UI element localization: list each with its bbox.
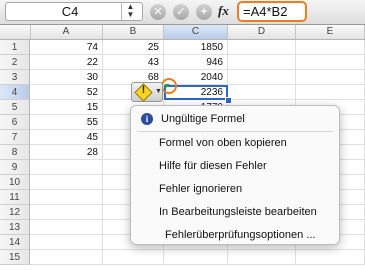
name-box-dropdown[interactable]: ▲ ▼ bbox=[121, 3, 139, 20]
row-header[interactable]: 10 bbox=[0, 175, 30, 190]
grid-cell[interactable] bbox=[30, 250, 103, 265]
exclamation-icon: ! bbox=[141, 84, 146, 96]
column-header-b[interactable]: B bbox=[103, 25, 164, 39]
grid-cell[interactable]: 946 bbox=[164, 55, 228, 70]
row-header[interactable]: 4 bbox=[0, 85, 30, 100]
grid-cell[interactable] bbox=[228, 40, 296, 55]
grid-cell[interactable]: 52 bbox=[30, 85, 103, 100]
error-highlight-circle bbox=[161, 78, 177, 94]
row-header[interactable]: 7 bbox=[0, 130, 30, 145]
column-header-d[interactable]: D bbox=[228, 25, 296, 39]
x-circle-icon[interactable]: ✕ bbox=[150, 4, 166, 20]
grid-cell[interactable]: 30 bbox=[30, 70, 103, 85]
grid-cell[interactable] bbox=[228, 85, 296, 100]
chevron-down-icon: ▼ bbox=[155, 88, 162, 95]
info-icon: i bbox=[141, 113, 153, 125]
grid-cell[interactable]: 74 bbox=[30, 40, 103, 55]
row-header[interactable]: 5 bbox=[0, 100, 30, 115]
row-header[interactable]: 14 bbox=[0, 235, 30, 250]
column-header-bar: A B C D E bbox=[0, 25, 365, 40]
column-header-a[interactable]: A bbox=[30, 25, 103, 39]
plus-circle-icon[interactable]: + bbox=[196, 4, 212, 20]
grid-cell[interactable]: 55 bbox=[30, 115, 103, 130]
grid-cell[interactable] bbox=[30, 190, 103, 205]
menu-item-help-on-error[interactable]: Hilfe für diesen Fehler bbox=[131, 155, 339, 178]
row-header[interactable]: 15 bbox=[0, 250, 30, 265]
grid-cell[interactable] bbox=[296, 40, 365, 55]
error-options-button[interactable]: ! ▼ bbox=[131, 82, 163, 102]
grid-cell[interactable]: 15 bbox=[30, 100, 103, 115]
name-box-value: C4 bbox=[61, 4, 79, 19]
menu-item-edit-in-formula-bar[interactable]: In Bearbeitungsleiste bearbeiten bbox=[131, 201, 339, 224]
chevron-down-icon: ▼ bbox=[126, 10, 135, 19]
grid-cell[interactable] bbox=[164, 250, 228, 265]
error-options-menu: i Ungültige Formel Formel von oben kopie… bbox=[130, 105, 340, 245]
grid-cell[interactable] bbox=[30, 205, 103, 220]
grid-cell[interactable] bbox=[228, 250, 296, 265]
row-header[interactable]: 3 bbox=[0, 70, 30, 85]
check-circle-icon[interactable]: ✓ bbox=[173, 4, 189, 20]
menu-header-label: Ungültige Formel bbox=[161, 113, 245, 125]
row-header[interactable]: 13 bbox=[0, 220, 30, 235]
menu-item-ignore-error[interactable]: Fehler ignorieren bbox=[131, 178, 339, 201]
row-header[interactable]: 2 bbox=[0, 55, 30, 70]
fill-handle[interactable] bbox=[225, 97, 232, 104]
menu-item-copy-formula-from-above[interactable]: Formel von oben kopieren bbox=[131, 132, 339, 155]
grid-cell[interactable]: 22 bbox=[30, 55, 103, 70]
grid-cell[interactable] bbox=[30, 235, 103, 250]
grid-cell[interactable] bbox=[30, 160, 103, 175]
row-header[interactable]: 12 bbox=[0, 205, 30, 220]
menu-item-invalid-formula: i Ungültige Formel bbox=[131, 108, 339, 131]
fx-icon[interactable]: fx bbox=[218, 3, 229, 19]
grid-cell[interactable] bbox=[296, 70, 365, 85]
grid-cell[interactable] bbox=[296, 85, 365, 100]
grid-cell[interactable] bbox=[103, 250, 164, 265]
column-header-e[interactable]: E bbox=[296, 25, 365, 39]
row-header[interactable]: 9 bbox=[0, 160, 30, 175]
grid-cell[interactable] bbox=[228, 70, 296, 85]
grid-cell[interactable] bbox=[30, 220, 103, 235]
select-all-corner[interactable] bbox=[0, 25, 31, 39]
menu-item-error-checking-options[interactable]: Fehlerüberprüfungsoptionen ... bbox=[131, 224, 339, 247]
row-header[interactable]: 8 bbox=[0, 145, 30, 160]
grid-cell[interactable]: 25 bbox=[103, 40, 164, 55]
grid-cell[interactable] bbox=[228, 55, 296, 70]
grid-cell[interactable]: 45 bbox=[30, 130, 103, 145]
grid-cell[interactable]: 1850 bbox=[164, 40, 228, 55]
grid-cell[interactable] bbox=[296, 55, 365, 70]
grid-cell[interactable] bbox=[30, 175, 103, 190]
grid-cell[interactable]: 28 bbox=[30, 145, 103, 160]
grid-cell[interactable] bbox=[296, 250, 365, 265]
row-header[interactable]: 11 bbox=[0, 190, 30, 205]
grid-cell[interactable]: 43 bbox=[103, 55, 164, 70]
column-header-c[interactable]: C bbox=[164, 25, 228, 39]
row-header[interactable]: 6 bbox=[0, 115, 30, 130]
formula-input[interactable]: =A4*B2 bbox=[237, 1, 307, 22]
formula-bar: C4 ▲ ▼ ✕ ✓ + fx =A4*B2 bbox=[0, 0, 365, 25]
row-header[interactable]: 1 bbox=[0, 40, 30, 55]
